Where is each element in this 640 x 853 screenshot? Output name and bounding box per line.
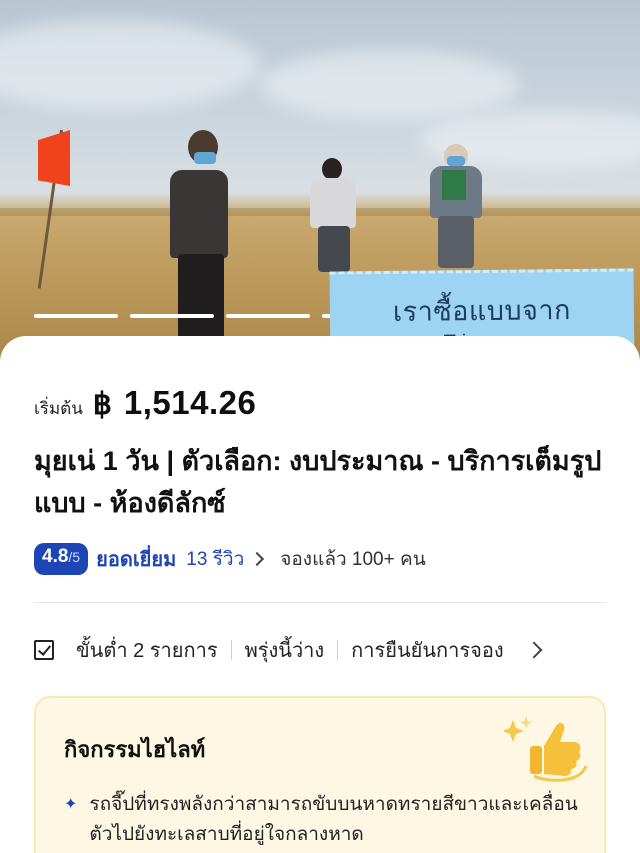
highlight-item: ✦ รถจี๊ปที่ทรงพลังกว่าสามารถขับบนหาดทราย… <box>64 790 584 850</box>
chevron-right-icon[interactable] <box>250 551 265 567</box>
product-detail-card: เริ่มต้น ฿ 1,514.26 มุยเน่ 1 วัน | ตัวเล… <box>0 336 640 853</box>
chevron-right-icon[interactable] <box>525 641 543 659</box>
rating-max: /5 <box>68 549 81 565</box>
price-row: เริ่มต้น ฿ 1,514.26 <box>34 384 256 422</box>
product-title: มุยเน่ 1 วัน | ตัวเลือก: งบประมาณ - บริก… <box>34 446 602 518</box>
cloud-shape <box>0 20 260 110</box>
sparkle-icon: ✦ <box>64 794 78 813</box>
thumbs-up-icon <box>504 716 588 782</box>
booked-count: จองแล้ว 100+ คน <box>280 549 426 570</box>
carousel-dot[interactable] <box>226 314 310 318</box>
rating-badge: 4.8 /5 <box>34 543 89 575</box>
price-prefix: เริ่มต้น <box>34 399 83 418</box>
person-figure <box>166 130 236 340</box>
hero-photo[interactable]: เราซื้อแบบจาก Trip.com <box>0 0 640 370</box>
review-count-link[interactable]: 13 รีวิว <box>186 544 244 574</box>
price-amount: 1,514.26 <box>123 384 257 421</box>
person-figure <box>308 158 358 273</box>
currency-symbol: ฿ <box>92 388 112 421</box>
rating-row[interactable]: 4.8 /5 ยอดเยี่ยม 13 รีวิว จองแล้ว 100+ ค… <box>34 542 426 576</box>
red-flag <box>38 130 70 186</box>
feature-availability: พรุ่งนี้ว่าง <box>244 640 325 662</box>
highlight-activity-box: กิจกรรมไฮไลท์ ✦ รถจี๊ปที่ทรงพลังกว่าสามา… <box>34 696 606 853</box>
divider <box>34 602 606 603</box>
feature-min-items: ขั้นต่ำ 2 รายการ <box>76 640 218 662</box>
cloud-shape <box>260 50 520 120</box>
sticker-text: เราซื้อแบบจาก <box>392 295 572 327</box>
carousel-indicator[interactable] <box>34 314 336 318</box>
person-figure <box>428 144 484 269</box>
highlight-title: กิจกรรมไฮไลท์ <box>64 737 206 762</box>
carousel-dot[interactable] <box>34 314 118 318</box>
rating-label: ยอดเยี่ยม <box>96 549 177 571</box>
feature-confirmation: การยืนยันการจอง <box>351 640 504 662</box>
checkbox-icon <box>34 640 54 660</box>
feature-summary-row[interactable]: ขั้นต่ำ 2 รายการ พรุ่งนี้ว่าง การยืนยันก… <box>34 634 614 666</box>
rating-score: 4.8 <box>42 546 69 567</box>
separator <box>337 640 339 660</box>
highlight-item-text: รถจี๊ปที่ทรงพลังกว่าสามารถขับบนหาดทรายสี… <box>89 794 578 845</box>
carousel-dot[interactable] <box>130 314 214 318</box>
separator <box>230 640 232 660</box>
